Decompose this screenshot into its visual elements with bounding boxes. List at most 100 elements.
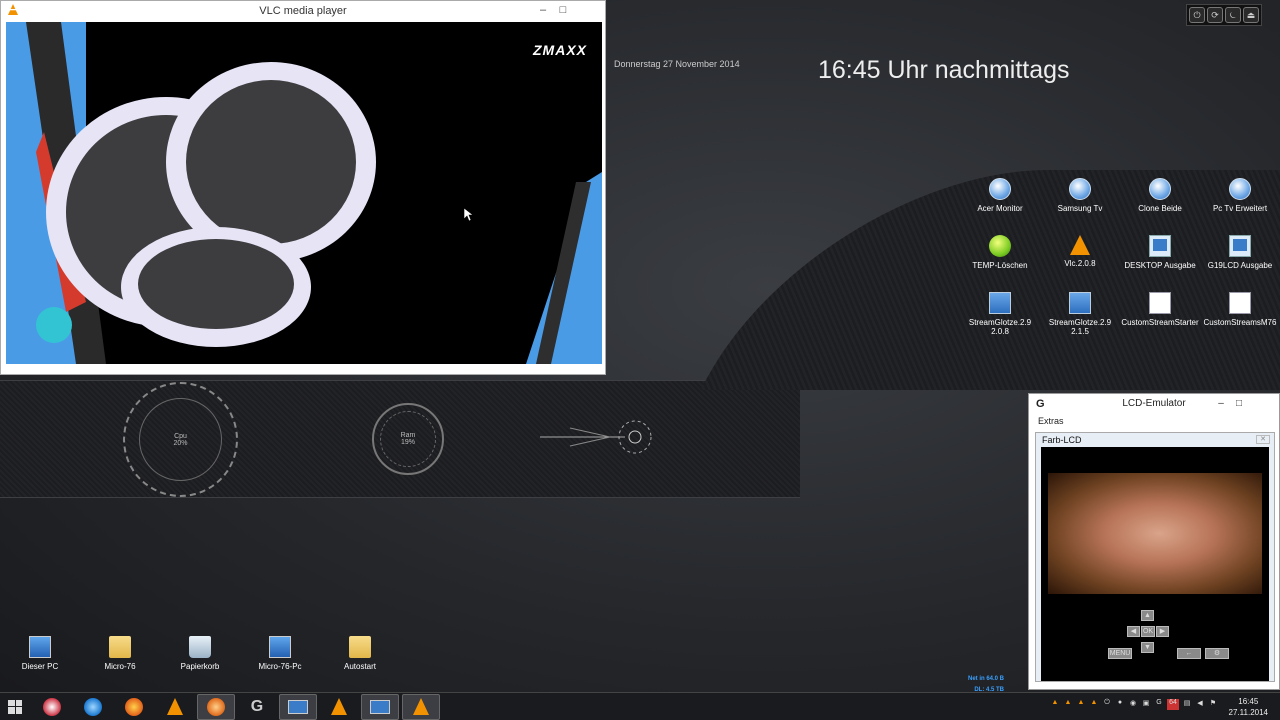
vlc-window-title: VLC media player	[259, 5, 347, 17]
desktop-icon-vlc[interactable]: Vlc.2.0.8	[1040, 235, 1120, 268]
monitor-icon	[1069, 292, 1091, 314]
tray-network-icon[interactable]: ▤	[1182, 699, 1192, 710]
maximize-button[interactable]: □	[553, 1, 573, 19]
taskbar-logitech-gaming[interactable]: G	[238, 694, 276, 720]
lcd-minimize-button[interactable]: –	[1213, 394, 1229, 414]
desktop-icon-samsung-tv[interactable]: Samsung Tv	[1040, 178, 1120, 213]
control-panel-icon	[43, 697, 61, 716]
clock-widget: 16:45 Uhr nachmittags	[818, 56, 1070, 84]
lcd-titlebar[interactable]: G LCD-Emulator – □	[1029, 394, 1279, 414]
desktop-icon-customstreamstarter[interactable]: CustomStreamStarter	[1120, 292, 1200, 327]
pc-icon	[269, 636, 291, 658]
date-widget: Donnerstag 27 November 2014	[614, 59, 740, 69]
tray-power-icon[interactable]: ⏻	[1102, 699, 1112, 710]
lcd-maximize-button[interactable]: □	[1231, 394, 1247, 414]
ok-button[interactable]: OK	[1141, 626, 1155, 637]
video-area[interactable]: ZMAXX	[6, 22, 602, 364]
lcd-emulator-window[interactable]: G LCD-Emulator – □ Extras Farb-LCD ✕ ▲ ◀…	[1028, 393, 1280, 690]
back-button[interactable]: ←	[1177, 648, 1201, 659]
vlc-titlebar[interactable]: VLC media player – □	[1, 1, 605, 21]
dpad-up-button[interactable]: ▲	[1141, 610, 1154, 621]
close-icon[interactable]: ✕	[1256, 435, 1270, 444]
monitor-icon	[989, 292, 1011, 314]
desktop-icon-pc-tv-erweitert[interactable]: Pc Tv Erweitert	[1200, 178, 1280, 213]
desktop-icon-clone-beide[interactable]: Clone Beide	[1120, 178, 1200, 213]
logoff-icon[interactable]: ⏏	[1243, 7, 1259, 23]
farb-lcd-header: Farb-LCD ✕	[1036, 433, 1274, 447]
vlc-window[interactable]: VLC media player – □ ZMAXX	[0, 0, 606, 375]
cpu-gauge: Cpu 20%	[123, 382, 238, 497]
taskbar-vlc-3[interactable]	[402, 693, 440, 720]
tray-flag-icon[interactable]: ⚑	[1208, 699, 1218, 710]
tray-vlc-icon[interactable]: ▲	[1089, 699, 1099, 710]
vpn-globe-icon	[1069, 178, 1091, 200]
tray-vlc-icon[interactable]: ▲	[1063, 699, 1073, 710]
restart-icon[interactable]: ⟳	[1207, 7, 1223, 23]
desktop-icon-dieser-pc[interactable]: Dieser PC	[0, 636, 80, 671]
desktop-icon-customstreamsm76[interactable]: CustomStreamsM76	[1200, 292, 1280, 327]
tray-globe-icon[interactable]: ◉	[1128, 699, 1138, 710]
dpad-left-button[interactable]: ◀	[1127, 626, 1140, 637]
green-globe-icon	[989, 235, 1011, 257]
desktop-icon-micro-76[interactable]: Micro-76	[80, 636, 160, 671]
dpad-down-button[interactable]: ▼	[1141, 642, 1154, 653]
pc-icon	[29, 636, 51, 658]
menu-button[interactable]: MENU	[1108, 648, 1132, 659]
taskbar-clock[interactable]: 16:45 27.11.2014	[1229, 696, 1268, 718]
folder-icon	[349, 636, 371, 658]
taskbar-control-panel[interactable]	[33, 694, 71, 720]
monitor-icon	[370, 699, 390, 714]
minimize-button[interactable]: –	[533, 1, 553, 19]
tray-vlc-icon[interactable]: ▲	[1076, 699, 1086, 710]
shortcut-icon	[1149, 235, 1171, 257]
lcd-menu-extras[interactable]: Extras	[1029, 414, 1279, 428]
tray-drop-icon[interactable]: ●	[1115, 699, 1125, 710]
vlc-icon	[413, 697, 429, 715]
desktop-icon-acer-monitor[interactable]: Acer Monitor	[960, 178, 1040, 213]
internet-explorer-icon	[84, 697, 102, 716]
sleep-icon[interactable]: ⏾	[1225, 7, 1241, 23]
vlc-icon	[331, 697, 347, 715]
taskbar-monitor-app-1[interactable]	[279, 693, 317, 720]
shortcut-icon	[1229, 235, 1251, 257]
desktop-icon-temp-loeschen[interactable]: TEMP-Löschen	[960, 235, 1040, 270]
windows-logo-icon	[8, 699, 22, 714]
recycle-bin-icon	[189, 636, 211, 658]
farb-lcd-title: Farb-LCD	[1042, 435, 1082, 445]
desktop-icon-streamglotze-208[interactable]: StreamGlotze.2.9 2.0.8	[960, 292, 1040, 336]
tray-volume-icon[interactable]: ◀	[1195, 699, 1205, 710]
taskbar-firefox[interactable]	[115, 694, 153, 720]
taskbar-internet-explorer[interactable]	[74, 694, 112, 720]
dpad-right-button[interactable]: ▶	[1156, 626, 1169, 637]
taskbar-date: 27.11.2014	[1228, 708, 1268, 717]
system-tray: ▲ ▲ ▲ ▲ ⏻ ● ◉ ▣ G 64 ▤ ◀ ⚑	[1050, 699, 1218, 710]
logitech-g-icon: G	[1036, 398, 1045, 410]
tray-logitech-icon[interactable]: G	[1154, 699, 1164, 710]
firefox-icon	[125, 697, 143, 716]
desktop-icon-desktop-ausgabe[interactable]: DESKTOP Ausgabe	[1120, 235, 1200, 270]
desktop-icon-micro-76-pc[interactable]: Micro-76-Pc	[240, 636, 320, 671]
power-toolbar: ⏻ ⟳ ⏾ ⏏	[1186, 4, 1262, 26]
start-button[interactable]	[0, 693, 30, 720]
desktop-icon-streamglotze-215[interactable]: StreamGlotze.2.9 2.1.5	[1040, 292, 1120, 336]
tray-nvidia-icon[interactable]: ▣	[1141, 699, 1151, 710]
lcd-window-title: LCD-Emulator	[1122, 398, 1186, 409]
folder-icon	[109, 636, 131, 658]
vlc-cone-icon	[8, 4, 18, 15]
desktop-icon-g19lcd-ausgabe[interactable]: G19LCD Ausgabe	[1200, 235, 1280, 270]
taskbar-vlc-2[interactable]	[320, 694, 358, 720]
cpu-gauge-value: 20%	[173, 439, 188, 447]
vpn-globe-icon	[1149, 178, 1171, 200]
desktop-icon-papierkorb[interactable]: Papierkorb	[160, 636, 240, 671]
tray-vlc-icon[interactable]: ▲	[1050, 699, 1060, 710]
taskbar-vlc[interactable]	[156, 694, 194, 720]
taskbar-hand-app[interactable]	[197, 693, 235, 720]
document-icon	[1229, 292, 1251, 314]
hand-icon	[207, 697, 225, 716]
shutdown-icon[interactable]: ⏻	[1189, 7, 1205, 23]
desktop-icon-autostart[interactable]: Autostart	[320, 636, 400, 671]
settings-button[interactable]: ⚙	[1205, 648, 1229, 659]
taskbar-monitor-app-2[interactable]	[361, 693, 399, 720]
mouse-cursor-icon	[464, 208, 474, 222]
tray-64-badge[interactable]: 64	[1167, 699, 1179, 710]
